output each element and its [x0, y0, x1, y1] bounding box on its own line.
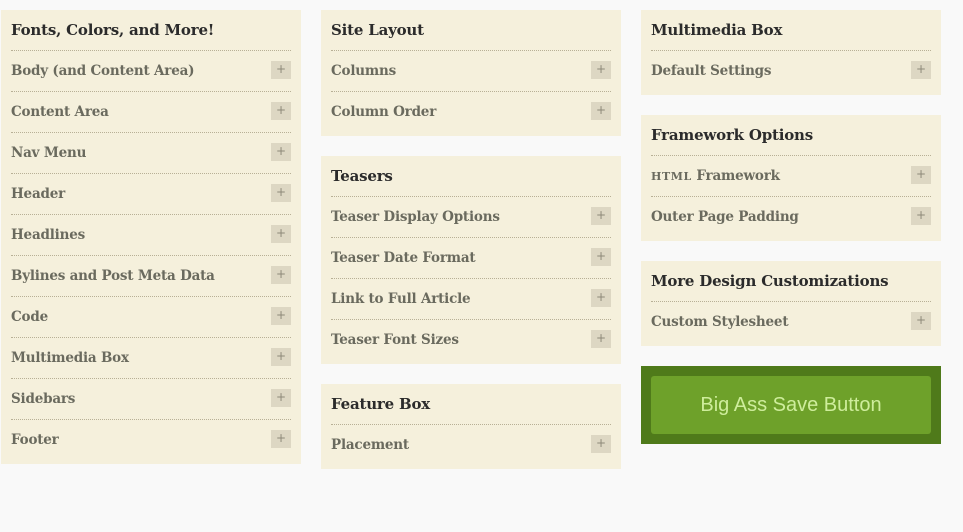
- options-column-2: Site Layout Columns + Column Order + Tea…: [321, 10, 621, 489]
- option-columns[interactable]: Columns +: [331, 51, 611, 92]
- expand-plus-icon[interactable]: +: [271, 225, 291, 243]
- panel-title: More Design Customizations: [651, 261, 931, 302]
- option-label: Nav Menu: [11, 145, 87, 161]
- option-label: Code: [11, 309, 48, 325]
- panel-framework-options: Framework Options HTML Framework + Outer…: [641, 115, 941, 241]
- option-link-full-article[interactable]: Link to Full Article +: [331, 279, 611, 320]
- option-html-framework[interactable]: HTML Framework +: [651, 156, 931, 197]
- option-label: Column Order: [331, 104, 437, 120]
- option-label: Header: [11, 186, 66, 202]
- option-nav-menu[interactable]: Nav Menu +: [11, 133, 291, 174]
- option-label: Bylines and Post Meta Data: [11, 268, 215, 284]
- option-label: HTML Framework: [651, 156, 780, 197]
- option-label: Default Settings: [651, 63, 772, 79]
- option-default-settings[interactable]: Default Settings +: [651, 51, 931, 91]
- expand-plus-icon[interactable]: +: [591, 248, 611, 266]
- panel-teasers: Teasers Teaser Display Options + Teaser …: [321, 156, 621, 364]
- option-bylines-post-meta[interactable]: Bylines and Post Meta Data +: [11, 256, 291, 297]
- option-placement[interactable]: Placement +: [331, 425, 611, 465]
- option-content-area[interactable]: Content Area +: [11, 92, 291, 133]
- expand-plus-icon[interactable]: +: [271, 61, 291, 79]
- option-label-caps: HTML: [651, 170, 692, 183]
- option-label: Sidebars: [11, 391, 76, 407]
- option-label: Body (and Content Area): [11, 63, 195, 79]
- expand-plus-icon[interactable]: +: [911, 312, 931, 330]
- panel-title: Framework Options: [651, 115, 931, 156]
- expand-plus-icon[interactable]: +: [591, 289, 611, 307]
- expand-plus-icon[interactable]: +: [271, 102, 291, 120]
- panel-title: Teasers: [331, 156, 611, 197]
- expand-plus-icon[interactable]: +: [911, 61, 931, 79]
- expand-plus-icon[interactable]: +: [271, 266, 291, 284]
- option-custom-stylesheet[interactable]: Custom Stylesheet +: [651, 302, 931, 342]
- options-column-1: Fonts, Colors, and More! Body (and Conte…: [1, 10, 301, 484]
- option-multimedia-box[interactable]: Multimedia Box +: [11, 338, 291, 379]
- option-label: Columns: [331, 63, 396, 79]
- option-headlines[interactable]: Headlines +: [11, 215, 291, 256]
- option-teaser-date-format[interactable]: Teaser Date Format +: [331, 238, 611, 279]
- option-label: Teaser Display Options: [331, 209, 500, 225]
- expand-plus-icon[interactable]: +: [271, 430, 291, 448]
- expand-plus-icon[interactable]: +: [271, 184, 291, 202]
- panel-fonts-colors: Fonts, Colors, and More! Body (and Conte…: [1, 10, 301, 464]
- option-label: Teaser Date Format: [331, 250, 476, 266]
- panel-site-layout: Site Layout Columns + Column Order +: [321, 10, 621, 136]
- option-header[interactable]: Header +: [11, 174, 291, 215]
- save-button[interactable]: Big Ass Save Button: [651, 376, 931, 434]
- option-body-content-area[interactable]: Body (and Content Area) +: [11, 51, 291, 92]
- option-label: Teaser Font Sizes: [331, 332, 459, 348]
- panel-title: Multimedia Box: [651, 10, 931, 51]
- panel-more-design-customizations: More Design Customizations Custom Styles…: [641, 261, 941, 346]
- expand-plus-icon[interactable]: +: [271, 389, 291, 407]
- option-label: Headlines: [11, 227, 85, 243]
- expand-plus-icon[interactable]: +: [271, 143, 291, 161]
- expand-plus-icon[interactable]: +: [911, 166, 931, 184]
- expand-plus-icon[interactable]: +: [911, 207, 931, 225]
- expand-plus-icon[interactable]: +: [591, 61, 611, 79]
- panel-title: Feature Box: [331, 384, 611, 425]
- options-column-3: Multimedia Box Default Settings + Framew…: [641, 10, 941, 444]
- option-code[interactable]: Code +: [11, 297, 291, 338]
- option-footer[interactable]: Footer +: [11, 420, 291, 460]
- save-button-container: Big Ass Save Button: [641, 366, 941, 444]
- option-label: Placement: [331, 437, 409, 453]
- expand-plus-icon[interactable]: +: [271, 307, 291, 325]
- option-label: Outer Page Padding: [651, 209, 799, 225]
- panel-feature-box: Feature Box Placement +: [321, 384, 621, 469]
- expand-plus-icon[interactable]: +: [591, 207, 611, 225]
- expand-plus-icon[interactable]: +: [591, 435, 611, 453]
- option-label: Custom Stylesheet: [651, 314, 789, 330]
- panel-title: Fonts, Colors, and More!: [11, 10, 291, 51]
- option-label: Link to Full Article: [331, 291, 471, 307]
- panel-title: Site Layout: [331, 10, 611, 51]
- option-column-order[interactable]: Column Order +: [331, 92, 611, 132]
- option-label: Content Area: [11, 104, 109, 120]
- option-label: Multimedia Box: [11, 350, 129, 366]
- option-label: Footer: [11, 432, 59, 448]
- option-teaser-font-sizes[interactable]: Teaser Font Sizes +: [331, 320, 611, 360]
- expand-plus-icon[interactable]: +: [591, 102, 611, 120]
- expand-plus-icon[interactable]: +: [591, 330, 611, 348]
- option-outer-page-padding[interactable]: Outer Page Padding +: [651, 197, 931, 237]
- option-label-rest: Framework: [691, 168, 780, 184]
- panel-multimedia-box: Multimedia Box Default Settings +: [641, 10, 941, 95]
- option-teaser-display-options[interactable]: Teaser Display Options +: [331, 197, 611, 238]
- expand-plus-icon[interactable]: +: [271, 348, 291, 366]
- option-sidebars[interactable]: Sidebars +: [11, 379, 291, 420]
